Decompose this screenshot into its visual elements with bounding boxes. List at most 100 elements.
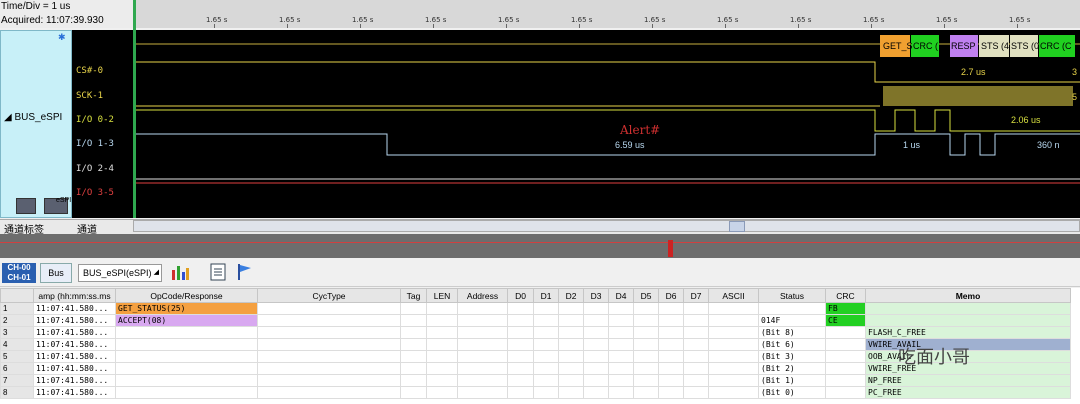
status-cell: (Bit 6): [758, 338, 826, 351]
col-header[interactable]: [0, 288, 34, 303]
col-header[interactable]: CRC: [825, 288, 866, 303]
io1-measure-b: 360 n: [1037, 140, 1060, 150]
ruler-tick: [725, 24, 726, 28]
col-header[interactable]: D1: [533, 288, 559, 303]
settings-gear-icon[interactable]: ✱: [58, 32, 66, 43]
collapse-triangle-icon[interactable]: ◢: [4, 112, 12, 123]
col-header[interactable]: OpCode/Response: [115, 288, 258, 303]
d2-cell: [558, 326, 584, 339]
col-header[interactable]: D5: [633, 288, 659, 303]
ruler-tick: [652, 24, 653, 28]
crc-cell: CE: [825, 314, 866, 327]
table-row[interactable]: 2 11:07:41.580... ACCEPT(08) 014F CE: [0, 314, 1071, 327]
crc-cell: [825, 362, 866, 375]
d4-cell: [608, 350, 634, 363]
d6-cell: [658, 338, 684, 351]
channel-top-label: CH-00: [7, 263, 31, 272]
d5-cell: [633, 302, 659, 315]
packet-label: RESP: [951, 41, 976, 51]
bus-name-dropdown[interactable]: BUS_eSPI(eSPI) ◢: [78, 264, 162, 282]
chart-icon[interactable]: [170, 262, 190, 282]
timestamp-cell: 11:07:41.580...: [33, 338, 116, 351]
d7-cell: [683, 362, 709, 375]
col-header[interactable]: amp (hh:mm:ss.ms: [33, 288, 116, 303]
ruler-tick-label: 1.65 s: [863, 16, 885, 24]
bus-button[interactable]: Bus: [40, 263, 72, 283]
ruler-tick: [944, 24, 945, 28]
col-header[interactable]: CycType: [257, 288, 401, 303]
ruler-tick-label: 1.65 s: [352, 16, 374, 24]
overview-position-marker[interactable]: [668, 240, 673, 257]
d1-cell: [533, 350, 559, 363]
d1-cell: [533, 314, 559, 327]
col-header[interactable]: D3: [583, 288, 609, 303]
tag-cell: [400, 338, 427, 351]
col-header[interactable]: Address: [457, 288, 508, 303]
col-header[interactable]: Memo: [865, 288, 1071, 303]
d7-cell: [683, 314, 709, 327]
table-row[interactable]: 8 11:07:41.580... (Bit 0) PC_FREE: [0, 386, 1071, 399]
time-cursor[interactable]: [133, 0, 136, 218]
channel-label[interactable]: CS#-0: [76, 66, 103, 76]
bus-view-label: eSPI: [56, 197, 72, 204]
col-header[interactable]: D6: [658, 288, 684, 303]
ruler-tick-label: 1.65 s: [571, 16, 593, 24]
packet-label: GET_S: [883, 41, 913, 51]
table-row[interactable]: 7 11:07:41.580... (Bit 1) NP_FREE: [0, 374, 1071, 387]
col-header[interactable]: D2: [558, 288, 584, 303]
ruler-tick-label: 1.65 s: [498, 16, 520, 24]
d5-cell: [633, 326, 659, 339]
d2-cell: [558, 350, 584, 363]
timestamp-cell: 11:07:41.580...: [33, 362, 116, 375]
report-icon[interactable]: [208, 262, 228, 282]
col-header[interactable]: D7: [683, 288, 709, 303]
row-number: 5: [0, 350, 34, 363]
bus-group-name[interactable]: ◢ BUS_eSPI: [4, 112, 62, 123]
flag-icon[interactable]: [235, 262, 255, 282]
d6-cell: [658, 302, 684, 315]
table-row[interactable]: 3 11:07:41.580... (Bit 8) FLASH_C_FREE: [0, 326, 1071, 339]
packet-label: STS (4: [981, 41, 1009, 51]
waveform-view-icon[interactable]: [16, 198, 36, 214]
d1-cell: [533, 362, 559, 375]
time-div-label[interactable]: Time/Div = 1 us: [1, 1, 70, 12]
col-header[interactable]: D0: [507, 288, 534, 303]
channel-label[interactable]: I/O 3-5: [76, 188, 114, 198]
cyctype-cell: [257, 374, 401, 387]
d1-cell: [533, 386, 559, 399]
d5-cell: [633, 350, 659, 363]
opcode-cell: GET_STATUS(25): [115, 302, 258, 315]
len-cell: [426, 338, 458, 351]
d5-cell: [633, 386, 659, 399]
crc-cell: [825, 350, 866, 363]
channel-label[interactable]: I/O 0-2: [76, 115, 114, 125]
col-header[interactable]: Tag: [400, 288, 427, 303]
scrollbar-thumb[interactable]: [729, 221, 745, 232]
time-ruler[interactable]: 1.65 s 1.65 s 1.65 s 1.65 s 1.65 s 1.65 s 1.65…: [135, 0, 1080, 28]
col-header[interactable]: LEN: [426, 288, 458, 303]
overview-strip[interactable]: [0, 234, 1080, 258]
d2-cell: [558, 386, 584, 399]
d5-cell: [633, 314, 659, 327]
channel-label[interactable]: I/O 2-4: [76, 164, 114, 174]
channel-selector[interactable]: CH-00 CH-01: [2, 263, 36, 283]
col-header[interactable]: D4: [608, 288, 634, 303]
channel-label[interactable]: SCK-1: [76, 91, 103, 101]
channel-label[interactable]: I/O 1-3: [76, 139, 114, 149]
table-row[interactable]: 1 11:07:41.580... GET_STATUS(25) FB: [0, 302, 1071, 315]
group-panel[interactable]: [0, 30, 72, 218]
d4-cell: [608, 338, 634, 351]
tag-cell: [400, 302, 427, 315]
opcode-cell: [115, 386, 258, 399]
horizontal-scrollbar[interactable]: [133, 220, 1080, 232]
cyctype-cell: [257, 302, 401, 315]
d1-cell: [533, 326, 559, 339]
row-number: 1: [0, 302, 34, 315]
ascii-cell: [708, 362, 759, 375]
col-header[interactable]: ASCII: [708, 288, 759, 303]
waveform-area[interactable]: GET_S CRC ( RESP STS (4 STS (0 CRC (C 2.…: [135, 30, 1080, 218]
ascii-cell: [708, 338, 759, 351]
d7-cell: [683, 374, 709, 387]
d6-cell: [658, 362, 684, 375]
col-header[interactable]: Status: [758, 288, 826, 303]
